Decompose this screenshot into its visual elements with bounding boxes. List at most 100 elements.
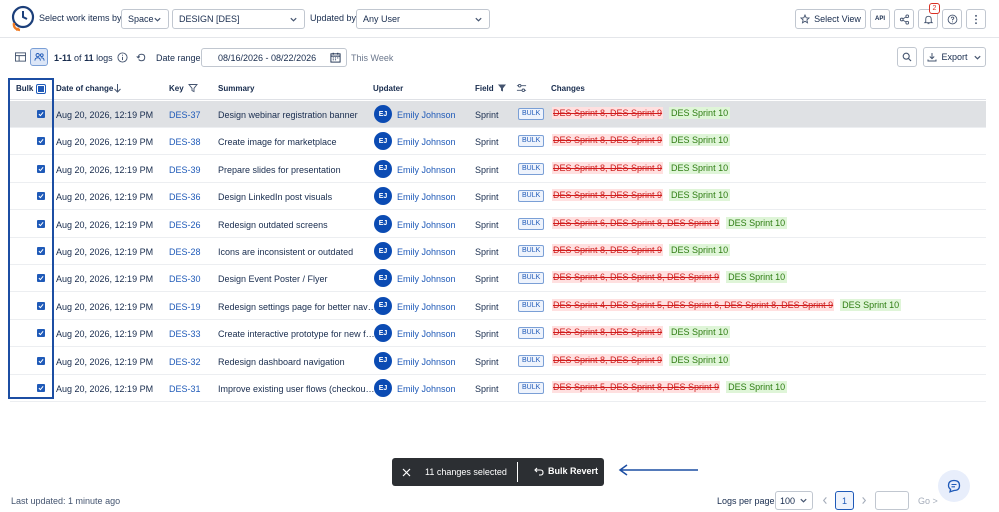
table-row[interactable]: Aug 20, 2026, 12:19 PM DES-26 Redesign out… xyxy=(10,211,986,238)
table-row[interactable]: Aug 20, 2026, 12:19 PM DES-33 Create inter… xyxy=(10,320,986,348)
logs-per-page-value: 100 xyxy=(779,495,796,506)
chevron-right-icon[interactable] xyxy=(860,496,868,505)
column-header-date[interactable]: Date of change xyxy=(56,84,113,93)
row-key-link[interactable]: DES-31 xyxy=(169,384,201,394)
info-button[interactable] xyxy=(116,51,128,63)
calendar-icon xyxy=(330,52,341,63)
export-button[interactable]: Export xyxy=(923,47,986,67)
space-dropdown[interactable]: Space xyxy=(121,9,169,29)
row-changes: DES Sprint 5, DES Sprint 8, DES Sprint 9… xyxy=(552,381,788,393)
search-button[interactable] xyxy=(897,47,917,67)
sort-arrow-down-icon[interactable] xyxy=(113,83,122,93)
help-button[interactable] xyxy=(942,9,962,29)
row-key-link[interactable]: DES-39 xyxy=(169,165,201,175)
row-date: Aug 20, 2026, 12:19 PM xyxy=(56,137,154,148)
updated-by-dropdown[interactable]: Any User xyxy=(356,9,490,29)
row-key-link[interactable]: DES-36 xyxy=(169,192,201,202)
table-row[interactable]: Aug 20, 2026, 12:19 PM DES-32 Redesign das… xyxy=(10,348,986,375)
table-row[interactable]: Aug 20, 2026, 12:19 PM DES-37 Design webin… xyxy=(10,101,986,128)
row-updater-link[interactable]: Emily Johnson xyxy=(397,329,456,339)
select-view-button[interactable]: Select View xyxy=(795,9,866,29)
row-key-link[interactable]: DES-33 xyxy=(169,329,201,339)
avatar: EJ xyxy=(374,269,392,288)
row-updater-link[interactable]: Emily Johnson xyxy=(397,384,456,394)
row-updater-link[interactable]: Emily Johnson xyxy=(397,302,456,312)
table-row[interactable]: Aug 20, 2026, 12:19 PM DES-19 Redesign set… xyxy=(10,293,986,320)
row-updater-link[interactable]: Emily Johnson xyxy=(397,192,456,202)
table-row[interactable]: Aug 20, 2026, 12:19 PM DES-39 Prepare slid… xyxy=(10,156,986,183)
page-number-input[interactable] xyxy=(875,491,909,510)
new-value: DES Sprint 10 xyxy=(669,161,731,174)
row-updater-link[interactable]: Emily Johnson xyxy=(397,137,456,147)
share-button[interactable] xyxy=(894,9,914,29)
last-updated-text: Last updated: 1 minute ago xyxy=(11,496,121,506)
row-field: Sprint xyxy=(475,137,499,148)
refresh-button[interactable] xyxy=(135,51,147,63)
table-row[interactable]: Aug 20, 2026, 12:19 PM DES-38 Create image… xyxy=(10,128,986,156)
chevron-left-icon[interactable] xyxy=(821,496,829,505)
row-updater-link[interactable]: Emily Johnson xyxy=(397,165,456,175)
bulk-badge: BULK xyxy=(518,327,545,340)
row-field: Sprint xyxy=(475,384,499,394)
row-key-link[interactable]: DES-28 xyxy=(169,247,201,257)
avatar: EJ xyxy=(374,187,392,206)
help-icon xyxy=(947,14,957,24)
row-updater-link[interactable]: Emily Johnson xyxy=(397,274,456,284)
new-value: DES Sprint 10 xyxy=(840,298,902,311)
old-value: DES Sprint 8, DES Sprint 9 xyxy=(552,353,664,366)
row-key-link[interactable]: DES-32 xyxy=(169,357,201,367)
row-field: Sprint xyxy=(475,192,499,203)
table-view-button[interactable] xyxy=(11,48,29,66)
column-header-changes: Changes xyxy=(551,84,585,93)
table-row[interactable]: Aug 20, 2026, 12:19 PM DES-28 Icons are in… xyxy=(10,238,986,265)
column-settings-icon[interactable] xyxy=(516,83,527,93)
row-updater-link[interactable]: Emily Johnson xyxy=(397,110,456,120)
row-updater-link[interactable]: Emily Johnson xyxy=(397,357,456,367)
column-header-updater: Updater xyxy=(373,84,404,93)
space-dropdown-value: Space xyxy=(128,14,154,24)
table-row[interactable]: Aug 20, 2026, 12:19 PM DES-31 Improve exis… xyxy=(10,375,986,402)
chat-button[interactable] xyxy=(938,470,970,502)
more-options-button[interactable] xyxy=(966,9,986,29)
app-logo-icon xyxy=(11,5,35,32)
row-key-link[interactable]: DES-26 xyxy=(169,220,201,230)
bulk-badge: BULK xyxy=(518,217,545,230)
row-updater-link[interactable]: Emily Johnson xyxy=(397,220,456,230)
new-value: DES Sprint 10 xyxy=(726,381,788,393)
date-range-input[interactable]: 08/16/2026 - 08/22/2026 xyxy=(201,48,347,67)
row-changes: DES Sprint 8, DES Sprint 9 DES Sprint 10 xyxy=(552,134,731,147)
row-updater-link[interactable]: Emily Johnson xyxy=(397,247,456,257)
api-button[interactable]: API xyxy=(870,9,890,29)
table-row[interactable]: Aug 20, 2026, 12:19 PM DES-36 Design Linke… xyxy=(10,183,986,211)
row-key-link[interactable]: DES-19 xyxy=(169,302,201,312)
close-icon[interactable] xyxy=(402,468,411,477)
updated-by-label: Updated by: xyxy=(310,13,359,23)
updated-by-value: Any User xyxy=(363,14,401,24)
logs-per-page-select[interactable]: 100 xyxy=(775,491,813,510)
bulk-badge: BULK xyxy=(518,190,545,203)
table-header: Bulk Date of change Key Summary Updater … xyxy=(10,78,986,100)
log-range-of: of xyxy=(74,53,82,63)
go-button[interactable]: Go > xyxy=(918,496,938,506)
bulk-badge: BULK xyxy=(518,299,545,312)
changes-selected-text: 11 changes selected xyxy=(425,467,507,477)
project-dropdown[interactable]: DESIGN [DES] xyxy=(172,9,305,29)
this-week-link[interactable]: This Week xyxy=(351,53,393,63)
row-key-link[interactable]: DES-30 xyxy=(169,274,201,284)
bulk-revert-button[interactable]: Bulk Revert xyxy=(534,466,598,476)
row-date: Aug 20, 2026, 12:19 PM xyxy=(56,247,154,257)
filter-icon[interactable] xyxy=(188,83,198,93)
chat-icon xyxy=(947,479,961,493)
old-value: DES Sprint 8, DES Sprint 9 xyxy=(552,161,664,174)
new-value: DES Sprint 10 xyxy=(726,216,788,229)
page-1-button[interactable]: 1 xyxy=(835,491,854,510)
row-field: Sprint xyxy=(475,356,499,367)
row-key-link[interactable]: DES-37 xyxy=(169,110,201,120)
bulk-view-button[interactable] xyxy=(30,48,48,66)
row-key-link[interactable]: DES-38 xyxy=(169,137,201,147)
table-row[interactable]: Aug 20, 2026, 12:19 PM DES-30 Design Event… xyxy=(10,265,986,293)
row-field: Sprint xyxy=(475,274,499,285)
info-icon xyxy=(116,51,128,63)
filter-icon[interactable] xyxy=(497,83,507,93)
row-changes: DES Sprint 4, DES Sprint 5, DES Sprint 6… xyxy=(552,298,902,311)
